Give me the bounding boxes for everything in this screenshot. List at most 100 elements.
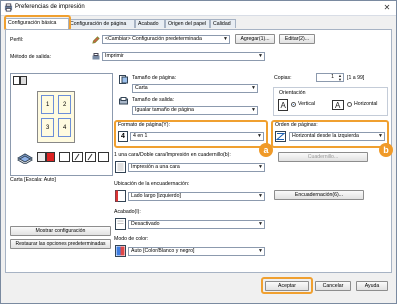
page-size-icon [119,75,128,84]
cancel-button[interactable]: Cancelar [315,281,351,291]
finishing-icon [115,218,126,230]
preview-area: 1 2 3 4 [10,73,113,176]
finishing-value: Desactivado [131,221,160,227]
profile-value: <Cambiar> Configuración predeterminada [105,36,202,42]
page-layout-label: Formato de página(Y): [118,122,170,128]
chevron-down-icon: ▼ [258,248,263,254]
page-size-value: Carta [135,85,148,91]
chevron-down-icon: ▼ [258,53,263,59]
show-settings-button[interactable]: Mostrar configuración [10,226,111,236]
color-mode-label: Modo de color: [114,236,149,242]
vertical-label: Vertical [298,101,316,107]
printer-icon [4,3,13,12]
chevron-down-icon: ▼ [251,107,256,113]
preview-page-number: 4 [63,125,67,131]
page-layout-select[interactable]: 4 en 1 ▼ [130,132,264,141]
print-preferences-window: Preferencias de impresión ✕ Configuració… [0,0,397,304]
svg-text:A: A [281,101,287,110]
page-layout-icon: 4 [118,131,128,142]
copies-label: Copias: [274,75,292,81]
finishing-label: Acabado(I): [114,209,141,215]
tab-quality[interactable]: Calidad [210,19,236,28]
preview-sheet-1: 1 [41,95,54,114]
booklet-button[interactable]: Cuadernillo... [278,152,368,162]
chevron-down-icon: ▼ [258,193,263,199]
chevron-down-icon: ▼ [258,164,263,170]
portrait-icon: A [278,99,288,111]
duplex-label: 1 una cara/Doble cara/Impresión en cuade… [114,152,231,158]
duplex-value: Impresión a una cara [131,164,180,170]
page-order-label: Orden de páginas: [275,122,318,128]
output-method-value: Imprimir [105,53,124,59]
output-size-label: Tamaño de salida: [132,97,175,103]
page-layout-icon-text: 4 [121,133,125,140]
orientation-group: Orientación A Vertical A Horizontal [273,87,388,116]
finishing-icons [59,152,109,162]
binding-value: Lado largo [izquierdo] [131,193,181,199]
copies-range: [1 a 99] [347,75,365,81]
output-method-select[interactable]: Imprimir ▼ [102,52,265,61]
vertical-radio[interactable] [291,102,296,107]
color-mode-icon [115,245,126,257]
preview-sheet-2: 2 [58,95,71,114]
chevron-down-icon: ▼ [251,85,256,91]
help-button[interactable]: Ayuda [356,281,388,291]
output-method-label: Método de salida: [10,54,51,60]
orientation-label: Orientación [279,90,306,96]
edit-profile-button[interactable]: Editar(2)... [279,34,315,44]
binding-button[interactable]: Encuadernación(6)... [274,190,364,200]
preview-caption: Carta [Escala: Auto] [10,177,56,183]
callout-badge-b: b [379,143,393,157]
tab-paper-source[interactable]: Origen del papel [165,19,210,28]
restore-defaults-button[interactable]: Restaurar las opciones predeterminadas [10,239,111,249]
preview-sheet-3: 3 [41,118,54,137]
color-mode-select[interactable]: Auto [Color/Blanco y negro] ▼ [128,247,265,256]
title-bar: Preferencias de impresión ✕ [1,1,396,16]
accept-button[interactable]: Aceptar [265,281,309,291]
preview-page-number: 3 [46,125,50,131]
page-layout-value: 4 en 1 [133,133,148,139]
duplex-select[interactable]: Impresión a una cara ▼ [128,163,265,172]
chevron-down-icon: ▼ [257,133,262,139]
landscape-icon: A [332,100,344,110]
copies-value: 1 [331,74,334,80]
preview-page: 1 2 3 4 [37,91,75,143]
preview-mode-icon[interactable] [13,76,27,85]
page-size-select[interactable]: Carta ▼ [132,84,258,93]
binding-select[interactable]: Lado largo [izquierdo] ▼ [128,192,265,201]
copies-spinner[interactable]: 1 ▲ ▼ [316,73,344,82]
preview-page-number: 2 [63,102,67,108]
output-size-select[interactable]: Igualar tamaño de página ▼ [132,106,258,115]
paper-stack-icon [17,153,33,164]
page-order-icon [275,131,286,142]
spinner-arrows-icon[interactable]: ▲ ▼ [338,74,342,81]
preview-page-number: 1 [46,102,50,108]
profile-select[interactable]: <Cambiar> Configuración predeterminada ▼ [102,35,230,44]
printer-icon [92,53,100,60]
add-profile-button[interactable]: Agregar(1)... [235,34,275,44]
profile-label: Perfil: [10,37,24,43]
output-size-value: Igualar tamaño de página [135,107,194,113]
output-size-icon [119,97,128,105]
window-title: Preferencias de impresión [15,4,85,10]
binding-location-icon [115,190,126,202]
finishing-select[interactable]: Desactivado ▼ [128,220,265,229]
page-order-select[interactable]: Horizontal desde la izquierda ▼ [289,132,385,141]
settings-panel: Perfil: <Cambiar> Configuración predeter… [5,29,393,273]
one-sided-icon [115,161,126,173]
horizontal-label: Horizontal [354,101,378,107]
page-order-value: Horizontal desde la izquierda [292,133,359,139]
page-size-label: Tamaño de página: [132,75,177,81]
color-mode-value: Auto [Color/Blanco y negro] [131,248,195,254]
chevron-down-icon: ▼ [223,36,228,42]
color-setting-icon [37,152,55,162]
chevron-down-icon: ▼ [378,133,383,139]
tab-finishing[interactable]: Acabado [135,19,165,28]
chevron-down-icon: ▼ [258,221,263,227]
tab-page-setup[interactable]: Configuración de página [67,19,135,28]
close-icon[interactable]: ✕ [382,3,392,12]
svg-text:A: A [335,101,341,110]
horizontal-radio[interactable] [347,102,352,107]
preview-sheet-4: 4 [58,118,71,137]
binding-label: Ubicación de la encuadernación: [114,181,190,187]
